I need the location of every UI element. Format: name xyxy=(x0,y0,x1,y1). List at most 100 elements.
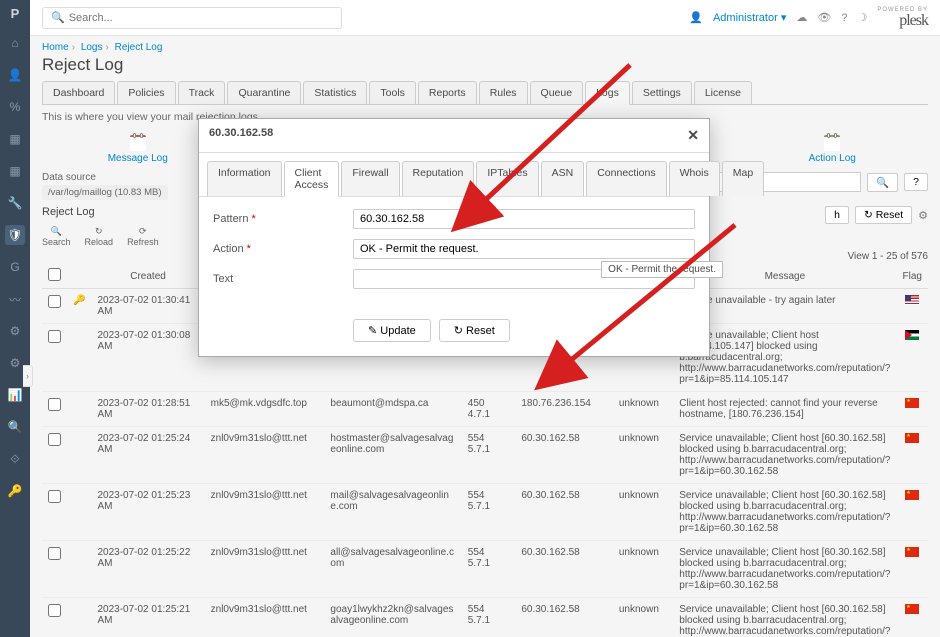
breadcrumb: Home› Logs› Reject Log xyxy=(42,42,928,53)
modal-reset-button[interactable]: ↻ Reset xyxy=(439,319,510,342)
modal-title: 60.30.162.58 xyxy=(209,127,273,144)
table-row[interactable]: 2023-07-02 01:25:23 AMznl0v9m31slo@ttt.n… xyxy=(42,484,928,541)
percent-icon[interactable]: % xyxy=(5,97,25,117)
modal-tab-whois[interactable]: Whois xyxy=(669,161,720,196)
modal-tab-iptables[interactable]: IPTables xyxy=(476,161,538,196)
tab-statistics[interactable]: Statistics xyxy=(303,81,367,104)
action-tooltip: OK - Permit the request. xyxy=(601,261,723,278)
search-icon: 🔍 xyxy=(51,11,65,24)
modal-tab-asn[interactable]: ASN xyxy=(541,161,585,196)
row-checkbox[interactable] xyxy=(48,330,61,343)
mini-search[interactable]: 🔍Search xyxy=(42,226,71,247)
row-checkbox[interactable] xyxy=(48,295,61,308)
flag-icon xyxy=(905,490,919,500)
mini-refresh[interactable]: ⟳Refresh xyxy=(127,226,159,247)
row-checkbox[interactable] xyxy=(48,490,61,503)
tab-policies[interactable]: Policies xyxy=(117,81,175,104)
modal-tab-reputation[interactable]: Reputation xyxy=(402,161,475,196)
mini-reload[interactable]: ↻Reload xyxy=(85,226,114,247)
globe-icon[interactable]: G xyxy=(5,257,25,277)
gear-icon[interactable]: ⚙ xyxy=(5,321,25,341)
section-gear-icon[interactable]: ⚙ xyxy=(918,209,928,222)
table-row[interactable]: 2023-07-02 01:28:51 AMmk5@mk.vdgsdfc.top… xyxy=(42,392,928,427)
search-input[interactable] xyxy=(69,12,333,24)
chart-icon[interactable]: 📊 xyxy=(5,385,25,405)
modal-tab-information[interactable]: Information xyxy=(207,161,282,196)
flag-icon xyxy=(905,547,919,557)
modal-close-icon[interactable]: ✕ xyxy=(687,127,699,144)
code-icon[interactable]: ⟐ xyxy=(5,449,25,469)
eye-icon[interactable]: 👁 xyxy=(817,11,831,24)
update-button[interactable]: ✎ Update xyxy=(353,319,431,342)
action-label: Action * xyxy=(213,243,353,255)
plesk-logo: plesk xyxy=(877,13,928,29)
table-row[interactable]: 2023-07-02 01:25:21 AMznl0v9m31slo@ttt.n… xyxy=(42,598,928,637)
tab-rules[interactable]: Rules xyxy=(479,81,528,104)
tab-reports[interactable]: Reports xyxy=(418,81,477,104)
flag-icon xyxy=(905,330,919,340)
tab-track[interactable]: Track xyxy=(178,81,226,104)
tab-license[interactable]: License xyxy=(694,81,752,104)
user-small-icon: 👤 xyxy=(689,11,703,24)
moon-icon[interactable]: ☽ xyxy=(857,11,867,24)
pattern-label: Pattern * xyxy=(213,213,353,225)
tab-dashboard[interactable]: Dashboard xyxy=(42,81,115,104)
modal-tab-connections[interactable]: Connections xyxy=(586,161,666,196)
page-title: Reject Log xyxy=(42,55,928,75)
breadcrumb-home[interactable]: Home xyxy=(42,42,69,53)
client-access-modal: 60.30.162.58 ✕ InformationClient AccessF… xyxy=(198,118,710,357)
help-icon[interactable]: ? xyxy=(841,12,847,24)
modal-tab-firewall[interactable]: Firewall xyxy=(341,161,399,196)
sliders-icon[interactable]: ⚙ xyxy=(5,353,25,373)
flag-icon xyxy=(905,433,919,443)
filter-search-button[interactable]: 🔍 xyxy=(867,173,898,192)
action-select[interactable]: OK - Permit the request. xyxy=(353,239,695,259)
table-row[interactable]: 2023-07-02 01:25:22 AMznl0v9m31slo@ttt.n… xyxy=(42,541,928,598)
column-header[interactable]: Created xyxy=(91,264,204,289)
table-row[interactable]: 2023-07-02 01:25:24 AMznl0v9m31slo@ttt.n… xyxy=(42,427,928,484)
pattern-input[interactable] xyxy=(353,209,695,229)
tab-settings[interactable]: Settings xyxy=(632,81,692,104)
topbar: 🔍 👤 Administrator ▾ ☁ 👁 ? ☽ POWERED BY p… xyxy=(30,0,940,36)
row-checkbox[interactable] xyxy=(48,547,61,560)
column-header[interactable] xyxy=(67,264,91,289)
global-search[interactable]: 🔍 xyxy=(42,7,342,29)
search-rail-icon[interactable]: 🔍 xyxy=(5,417,25,437)
text-label: Text xyxy=(213,273,353,285)
key-icon: 🔑 xyxy=(73,295,85,306)
admin-menu[interactable]: Administrator ▾ xyxy=(713,11,786,24)
logtype-action-log[interactable]: Action Log xyxy=(737,133,929,164)
section-heading: Reject Log xyxy=(42,206,95,224)
tab-queue[interactable]: Queue xyxy=(530,81,584,104)
tab-tools[interactable]: Tools xyxy=(369,81,416,104)
server-icon[interactable]: ▦ xyxy=(5,129,25,149)
home-icon[interactable]: ⌂ xyxy=(5,33,25,53)
row-checkbox[interactable] xyxy=(48,433,61,446)
tab-quarantine[interactable]: Quarantine xyxy=(227,81,301,104)
key-rail-icon[interactable]: 🔑 xyxy=(5,481,25,501)
main-tabs: DashboardPoliciesTrackQuarantineStatisti… xyxy=(42,81,928,105)
section-reset-button[interactable]: ↻ Reset xyxy=(855,206,912,224)
user-icon[interactable]: 👤 xyxy=(5,65,25,85)
wave-icon[interactable]: 〰 xyxy=(5,289,25,309)
tab-logs[interactable]: Logs xyxy=(585,81,630,105)
flag-icon xyxy=(905,604,919,614)
wrench-icon[interactable]: 🔧 xyxy=(5,193,25,213)
breadcrumb-reject[interactable]: Reject Log xyxy=(115,42,163,53)
select-all-checkbox[interactable] xyxy=(48,268,61,281)
cloud-icon[interactable]: ☁ xyxy=(796,11,807,24)
column-header[interactable] xyxy=(42,264,67,289)
filter-help-button[interactable]: ? xyxy=(904,173,928,191)
row-checkbox[interactable] xyxy=(48,604,61,617)
plesk-p-logo[interactable]: P xyxy=(11,6,20,21)
shield-icon[interactable]: 🛡 xyxy=(5,225,25,245)
grid-icon[interactable]: ▦ xyxy=(5,161,25,181)
row-checkbox[interactable] xyxy=(48,398,61,411)
modal-tab-map[interactable]: Map xyxy=(722,161,764,196)
section-search-mini[interactable]: h xyxy=(825,206,849,224)
data-source: Data source /var/log/maillog (10.83 MB) xyxy=(42,172,168,200)
flag-icon xyxy=(905,295,919,305)
breadcrumb-logs[interactable]: Logs xyxy=(81,42,103,53)
modal-tab-client-access[interactable]: Client Access xyxy=(284,161,340,197)
column-header[interactable]: Flag xyxy=(896,264,928,289)
